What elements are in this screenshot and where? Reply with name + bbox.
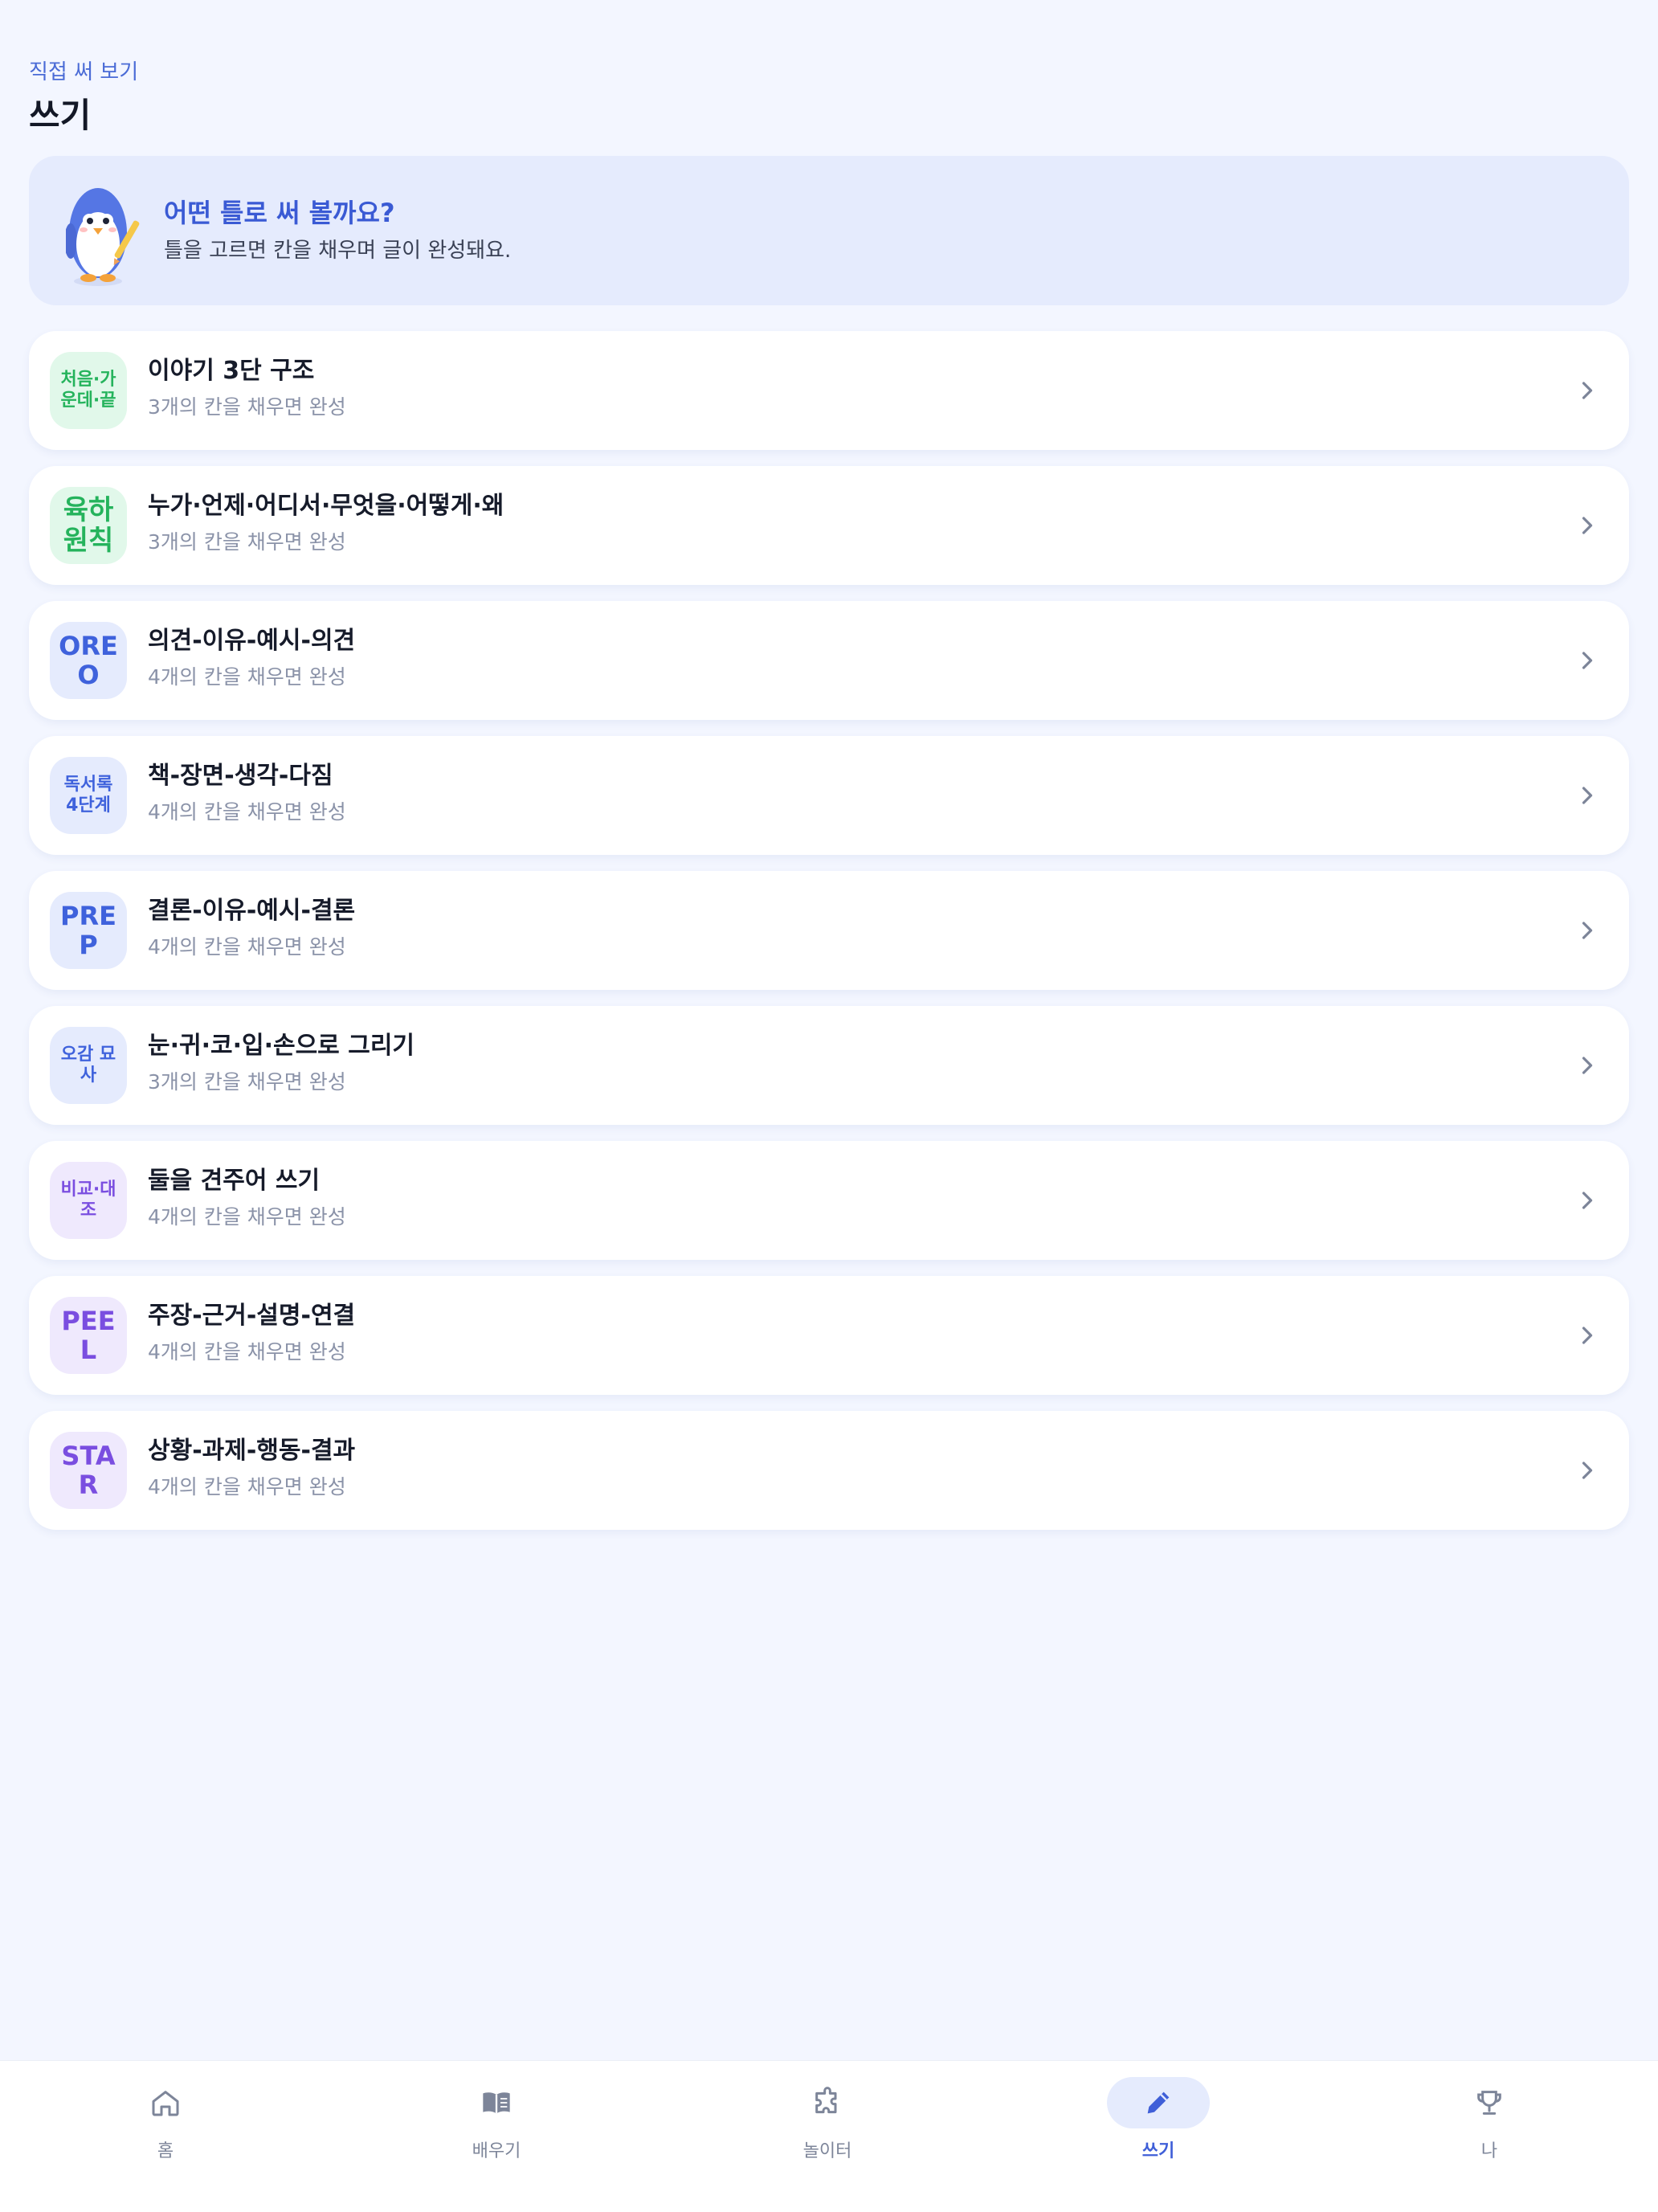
template-description: 4개의 칸을 채우면 완성	[148, 1475, 346, 1499]
template-card[interactable]: 비교·대 조 둘을 견주어 쓰기 4개의 칸을 채우면 완성	[29, 1141, 1629, 1260]
template-title: 책-장면-생각-다짐	[148, 762, 333, 790]
template-badge: PRE P	[50, 892, 127, 969]
tab-learn[interactable]: 배우기	[331, 2077, 662, 2198]
chevron-right-icon	[1582, 787, 1593, 804]
page-title: 쓰기	[29, 96, 92, 135]
template-badge: 비교·대 조	[50, 1162, 127, 1239]
tab-label: 놀이터	[802, 2141, 852, 2161]
tab-playground[interactable]: 놀이터	[662, 2077, 993, 2198]
template-title: 의견-이유-예시-의견	[148, 627, 356, 655]
book-icon	[483, 2092, 510, 2114]
chevron-right-icon	[1582, 1057, 1593, 1074]
template-title: 결론-이유-예시-결론	[148, 897, 356, 925]
pencil-icon	[1147, 2091, 1170, 2114]
tab-label: 나	[1480, 2141, 1498, 2161]
template-description: 4개의 칸을 채우면 완성	[148, 665, 346, 689]
tab-label: 배우기	[472, 2141, 521, 2161]
template-title: 둘을 견주어 쓰기	[148, 1167, 321, 1195]
intro-banner: 어떤 틀로 써 볼까요? 틀을 고르면 칸을 채우며 글이 완성돼요.	[29, 156, 1629, 305]
tab-me[interactable]: 나	[1324, 2077, 1655, 2198]
template-title: 이야기 3단 구조	[148, 357, 315, 385]
puzzle-icon	[815, 2087, 837, 2114]
template-description: 4개의 칸을 채우면 완성	[148, 1205, 346, 1229]
template-list: 처음·가 운데·끝 이야기 3단 구조 3개의 칸을 채우면 완성 육하 원칙 누가…	[29, 331, 1629, 1546]
template-title: 상황-과제-행동-결과	[148, 1437, 356, 1465]
tab-write[interactable]: 쓰기	[993, 2077, 1324, 2198]
chevron-right-icon	[1582, 652, 1593, 669]
chevron-right-icon	[1582, 922, 1593, 939]
chevron-right-icon	[1582, 517, 1593, 534]
template-badge: STA R	[50, 1432, 127, 1509]
tab-home[interactable]: 홈	[0, 2077, 331, 2198]
template-description: 3개의 칸을 채우면 완성	[148, 530, 346, 554]
template-badge: 처음·가 운데·끝	[50, 352, 127, 429]
penguin-mascot-icon	[66, 188, 140, 286]
chevron-right-icon	[1582, 382, 1593, 399]
template-badge: ORE O	[50, 622, 127, 699]
tab-label: 쓰기	[1141, 2141, 1175, 2161]
template-badge: PEE L	[50, 1297, 127, 1374]
template-description: 3개의 칸을 채우면 완성	[148, 1070, 346, 1094]
chevron-right-icon	[1582, 1192, 1593, 1209]
template-badge: 육하 원칙	[50, 487, 127, 564]
intro-title: 어떤 틀로 써 볼까요?	[164, 198, 395, 228]
template-badge: 독서록 4단계	[50, 757, 127, 834]
template-description: 4개의 칸을 채우면 완성	[148, 1340, 346, 1364]
template-card[interactable]: 처음·가 운데·끝 이야기 3단 구조 3개의 칸을 채우면 완성	[29, 331, 1629, 450]
template-card[interactable]: 육하 원칙 누가·언제·어디서·무엇을·어떻게·왜 3개의 칸을 채우면 완성	[29, 466, 1629, 585]
page-header: 직접 써 보기 쓰기	[29, 58, 138, 137]
template-title: 누가·언제·어디서·무엇을·어떻게·왜	[148, 492, 504, 520]
chevron-right-icon	[1582, 1462, 1593, 1479]
template-badge: 오감 묘사	[50, 1027, 127, 1104]
template-card[interactable]: 독서록 4단계 책-장면-생각-다짐 4개의 칸을 채우면 완성	[29, 736, 1629, 855]
bottom-tab-bar: 홈 배우기 놀이터 쓰기 나	[0, 2060, 1658, 2212]
template-description: 4개의 칸을 채우면 완성	[148, 935, 346, 959]
template-card[interactable]: PEE L 주장-근거-설명-연결 4개의 칸을 채우면 완성	[29, 1276, 1629, 1395]
template-description: 4개의 칸을 채우면 완성	[148, 800, 346, 824]
home-icon	[152, 2091, 179, 2116]
page-subtitle: 직접 써 보기	[29, 60, 139, 84]
template-card[interactable]: ORE O 의견-이유-예시-의견 4개의 칸을 채우면 완성	[29, 601, 1629, 720]
template-title: 주장-근거-설명-연결	[148, 1302, 356, 1330]
intro-description: 틀을 고르면 칸을 채우며 글이 완성돼요.	[164, 239, 512, 263]
template-description: 3개의 칸을 채우면 완성	[148, 395, 346, 419]
tab-label: 홈	[157, 2141, 174, 2161]
trophy-icon	[1477, 2091, 1501, 2115]
template-card[interactable]: 오감 묘사 눈·귀·코·입·손으로 그리기 3개의 칸을 채우면 완성	[29, 1006, 1629, 1125]
template-card[interactable]: STA R 상황-과제-행동-결과 4개의 칸을 채우면 완성	[29, 1411, 1629, 1530]
template-card[interactable]: PRE P 결론-이유-예시-결론 4개의 칸을 채우면 완성	[29, 871, 1629, 990]
template-title: 눈·귀·코·입·손으로 그리기	[148, 1032, 415, 1060]
chevron-right-icon	[1582, 1327, 1593, 1344]
